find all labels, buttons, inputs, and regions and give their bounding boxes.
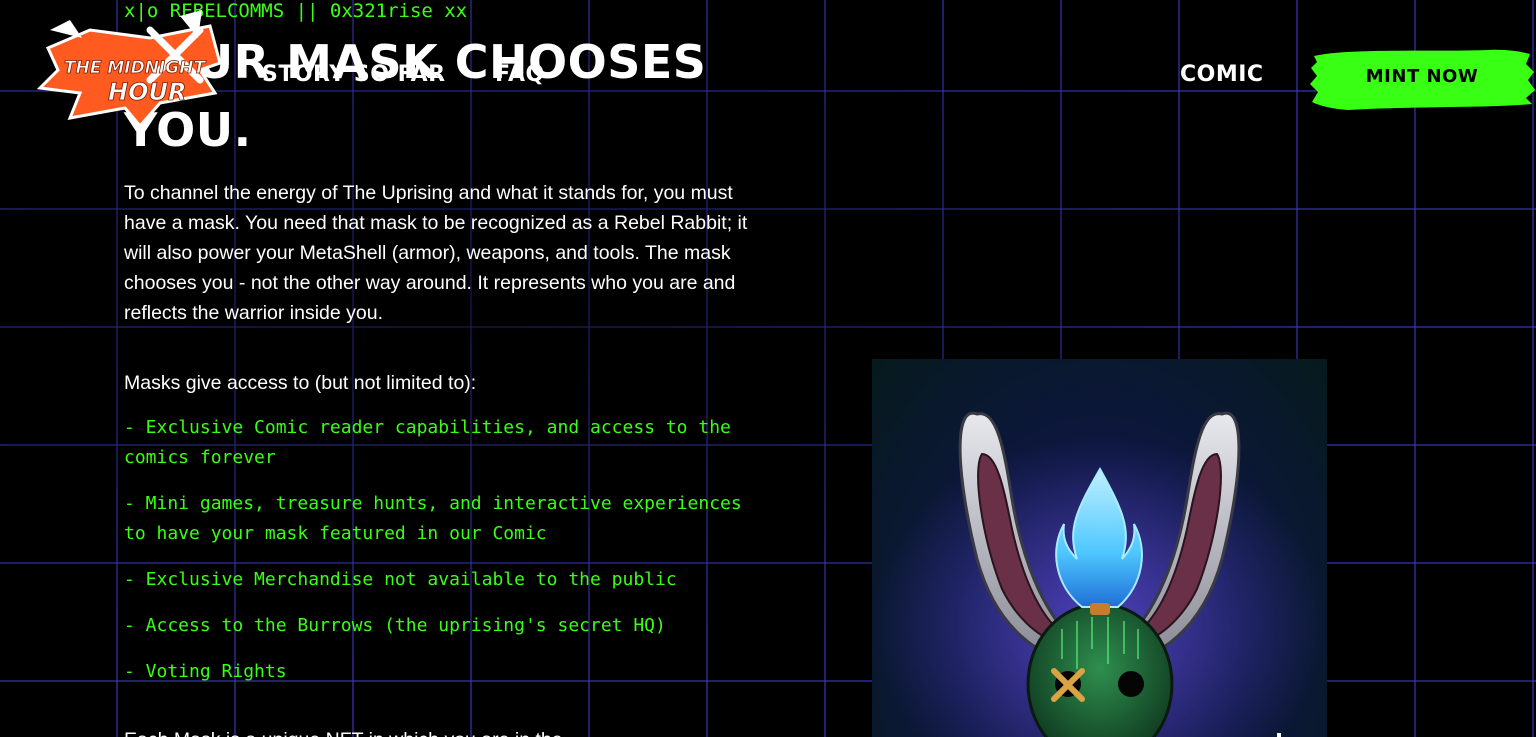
nav-story-so-far[interactable]: STORY SO FAR [262,62,446,87]
perks-list: - Exclusive Comic reader capabilities, a… [124,413,774,703]
rabbit-mask-illustration [872,359,1327,737]
midnight-hour-logo[interactable]: THE MIDNIGHT HOUR [30,8,230,133]
rebel-rabbit-mask-image [872,359,1327,737]
list-item: - Mini games, treasure hunts, and intera… [124,493,742,544]
nav-faq[interactable]: FAQ [495,62,545,87]
list-item: - Exclusive Comic reader capabilities, a… [124,417,731,468]
logo-text-line1: THE MIDNIGHT [64,58,206,78]
list-item: - Voting Rights [124,661,287,682]
page: x|o REBELCOMMS || 0x321rise xx YOUR MASK… [0,0,1536,737]
mint-now-button[interactable]: MINT NOW [1308,46,1536,112]
logo-icon: THE MIDNIGHT HOUR [36,10,222,129]
nav-comic[interactable]: COMIC [1180,62,1264,87]
nft-description-paragraph: Each Mask is a unique NFT in which you a… [124,725,563,737]
masks-access-heading: Masks give access to (but not limited to… [124,372,477,394]
decorative-dot [1277,733,1281,737]
intro-paragraph: To channel the energy of The Uprising an… [124,182,748,324]
mint-now-label: MINT NOW [1365,66,1479,87]
list-item: - Exclusive Merchandise not available to… [124,569,677,590]
logo-text-line2: HOUR [108,78,186,106]
list-item: - Access to the Burrows (the uprising's … [124,615,666,636]
